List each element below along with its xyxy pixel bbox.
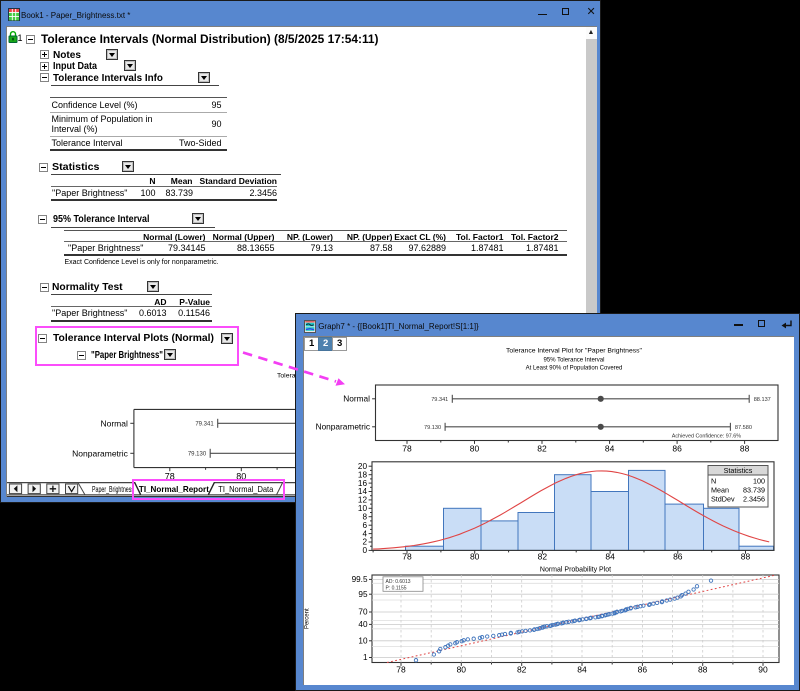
svg-text:87.580: 87.580	[734, 425, 751, 431]
svg-text:Tolerance Interval Plot for "P: Tolerance Interval Plot for "Paper Brigh…	[506, 348, 643, 355]
svg-text:99.5: 99.5	[351, 575, 367, 584]
svg-text:Normal Probability Plot: Normal Probability Plot	[539, 566, 610, 573]
svg-text:20: 20	[357, 462, 367, 471]
svg-text:88: 88	[740, 552, 750, 562]
svg-text:8: 8	[362, 512, 367, 521]
svg-text:84: 84	[605, 552, 615, 562]
svg-text:12: 12	[357, 496, 367, 505]
svg-text:2: 2	[362, 538, 367, 547]
svg-text:78: 78	[402, 552, 412, 562]
svg-text:10: 10	[358, 636, 368, 645]
svg-text:4: 4	[362, 529, 367, 538]
svg-text:83.739: 83.739	[743, 486, 765, 495]
svg-text:95: 95	[358, 590, 368, 599]
svg-text:18: 18	[357, 470, 367, 479]
svg-text:10: 10	[357, 504, 367, 513]
svg-text:95% Tolerance Interval: 95% Tolerance Interval	[543, 358, 604, 364]
svg-text:79.130: 79.130	[187, 452, 206, 458]
svg-text:86: 86	[673, 552, 683, 562]
svg-text:Nonparametric: Nonparametric	[72, 448, 128, 458]
svg-text:At Least 90% of Population Cov: At Least 90% of Population Covered	[525, 366, 622, 372]
svg-text:AD: 0.6013: AD: 0.6013	[385, 579, 410, 585]
svg-text:84: 84	[577, 665, 587, 675]
svg-text:Normal: Normal	[343, 394, 370, 404]
svg-text:88.137: 88.137	[753, 397, 770, 403]
svg-text:82: 82	[537, 444, 547, 454]
svg-text:79.341: 79.341	[195, 422, 214, 428]
svg-text:2.3456: 2.3456	[743, 495, 765, 504]
svg-text:80: 80	[456, 665, 466, 675]
svg-text:80: 80	[469, 444, 479, 454]
svg-text:78: 78	[396, 665, 406, 675]
svg-text:86: 86	[672, 444, 682, 454]
svg-text:70: 70	[358, 608, 368, 617]
svg-text:Mean: Mean	[711, 486, 729, 495]
svg-text:Statistics: Statistics	[723, 466, 752, 475]
svg-text:80: 80	[469, 552, 479, 562]
svg-text:1: 1	[362, 653, 367, 662]
svg-text:100: 100	[753, 477, 765, 486]
svg-text:88: 88	[739, 444, 749, 454]
svg-text:N: N	[711, 477, 716, 486]
svg-text:Percent: Percent	[304, 608, 310, 629]
svg-text:78: 78	[402, 444, 412, 454]
svg-text:82: 82	[516, 665, 526, 675]
svg-text:79.341: 79.341	[431, 397, 448, 403]
svg-text:84: 84	[604, 444, 614, 454]
svg-text:P: 0.1155: P: 0.1155	[385, 585, 406, 591]
svg-text:Normal: Normal	[100, 418, 128, 428]
svg-text:86: 86	[637, 665, 647, 675]
svg-text:90: 90	[758, 665, 768, 675]
svg-text:88: 88	[697, 665, 707, 675]
svg-text:79.130: 79.130	[423, 425, 440, 431]
svg-text:82: 82	[537, 552, 547, 562]
svg-text:40: 40	[358, 620, 368, 629]
svg-text:StdDev: StdDev	[711, 495, 735, 504]
svg-text:16: 16	[357, 479, 367, 488]
svg-text:6: 6	[362, 521, 367, 530]
svg-text:0: 0	[362, 546, 367, 555]
svg-text:Paper_Brightness: Paper_Brightness	[92, 484, 134, 494]
svg-text:Nonparametric: Nonparametric	[315, 422, 369, 432]
svg-text:Achieved Confidence: 97.6%: Achieved Confidence: 97.6%	[671, 433, 740, 439]
svg-text:14: 14	[357, 487, 367, 496]
